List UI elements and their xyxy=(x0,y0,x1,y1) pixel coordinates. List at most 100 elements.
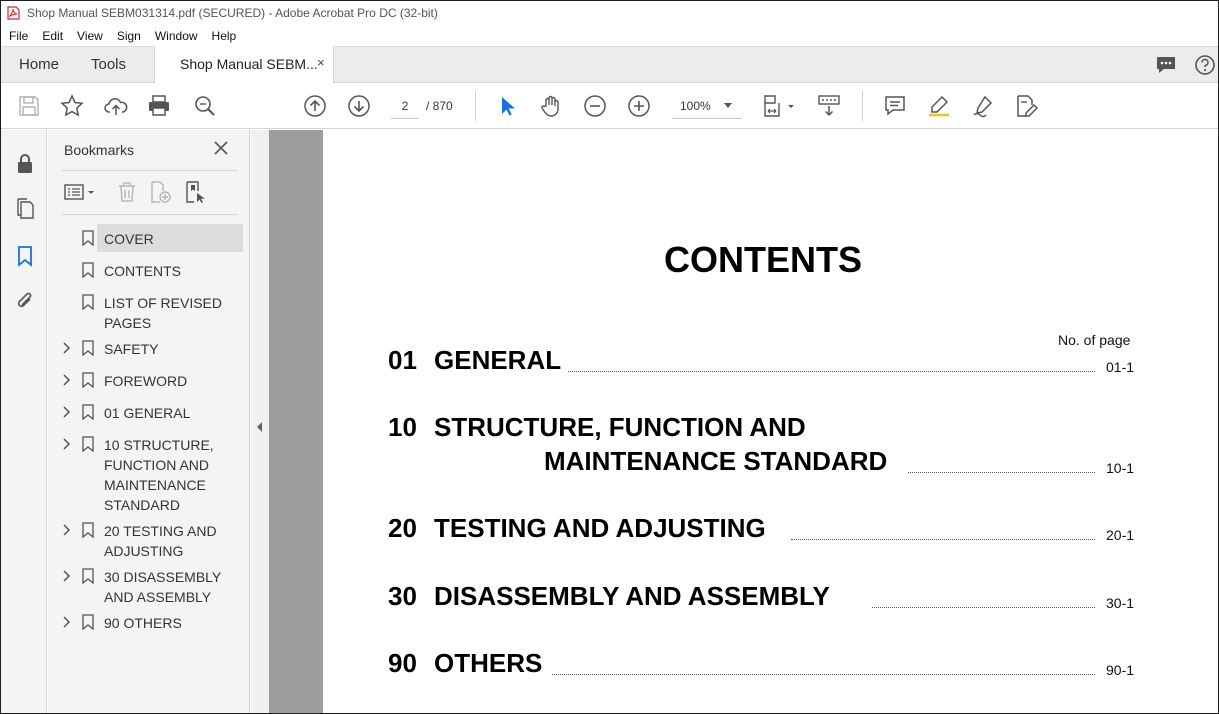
bookmark-label: 10 STRUCTURE, FUNCTION AND MAINTENANCE S… xyxy=(104,437,214,513)
toc-text: STRUCTURE, FUNCTION AND xyxy=(434,412,806,442)
panel-divider xyxy=(62,214,238,215)
panel-splitter[interactable] xyxy=(251,130,269,713)
new-bookmark-icon[interactable] xyxy=(148,180,172,204)
collapse-panel-arrow-icon[interactable] xyxy=(257,422,262,432)
scroll-mode-icon[interactable] xyxy=(817,94,841,118)
bookmark-icon xyxy=(82,436,94,452)
zoom-in-icon[interactable] xyxy=(627,94,651,118)
dot-leader xyxy=(872,606,1095,608)
main-toolbar: 2 / 870 100% xyxy=(1,83,1218,129)
bookmark-label: 90 OTHERS xyxy=(104,615,182,631)
chevron-right-icon[interactable] xyxy=(62,524,72,536)
menu-view[interactable]: View xyxy=(77,29,103,43)
tab-document[interactable]: Shop Manual SEBM... × xyxy=(154,46,334,84)
title-bar: Shop Manual SEBM031314.pdf (SECURED) - A… xyxy=(1,1,1218,25)
bookmark-label: LIST OF REVISED PAGES xyxy=(104,295,222,331)
chevron-right-icon[interactable] xyxy=(62,374,72,386)
dot-leader xyxy=(908,471,1095,473)
document-page[interactable]: CONTENTS No. of page 01 GENERAL 01-1 10 … xyxy=(323,130,1218,713)
menu-edit[interactable]: Edit xyxy=(42,29,63,43)
next-page-icon[interactable] xyxy=(347,94,371,118)
toc-page: 10-1 xyxy=(1106,460,1135,476)
chevron-down-icon[interactable] xyxy=(724,103,732,108)
previous-page-icon[interactable] xyxy=(303,94,327,118)
bookmark-panel-icon[interactable] xyxy=(14,245,36,267)
menu-bar: File Edit View Sign Window Help xyxy=(1,25,1218,46)
menu-help[interactable]: Help xyxy=(212,29,237,43)
toc-number: 90 xyxy=(388,648,417,678)
bookmark-label: 01 GENERAL xyxy=(104,405,191,421)
toolbar-divider xyxy=(862,91,863,121)
tab-document-label: Shop Manual SEBM... xyxy=(180,56,318,72)
vertical-scrollbar[interactable] xyxy=(1204,130,1218,713)
zoom-search-icon[interactable] xyxy=(193,94,217,118)
bookmark-icon xyxy=(82,404,94,420)
dot-leader xyxy=(791,538,1095,540)
tab-tools[interactable]: Tools xyxy=(91,56,126,73)
left-rail xyxy=(1,130,47,713)
delete-trash-icon[interactable] xyxy=(115,180,139,204)
comment-icon[interactable] xyxy=(883,94,907,118)
bookmark-icon xyxy=(82,372,94,388)
page-column-header: No. of page xyxy=(1058,332,1131,348)
panel-divider xyxy=(62,170,238,171)
bookmark-label: COVER xyxy=(104,231,154,247)
select-cursor-icon[interactable] xyxy=(495,94,519,118)
chevron-right-icon[interactable] xyxy=(62,616,72,628)
close-icon[interactable] xyxy=(213,140,229,156)
toc-text: OTHERS xyxy=(434,648,543,678)
bookmark-icon xyxy=(82,294,94,310)
bookmark-label: 20 TESTING AND ADJUSTING xyxy=(104,523,217,559)
bookmark-icon xyxy=(82,568,94,584)
toc-text: DISASSEMBLY AND ASSEMBLY xyxy=(434,581,830,611)
toc-text: TESTING AND ADJUSTING xyxy=(434,513,766,543)
acrobat-app-icon xyxy=(7,6,20,20)
chevron-right-icon[interactable] xyxy=(62,438,72,450)
page-number-input[interactable]: 2 xyxy=(391,95,419,119)
save-icon[interactable] xyxy=(17,94,41,118)
star-bookmark-icon[interactable] xyxy=(60,94,84,118)
bookmarks-panel-title: Bookmarks xyxy=(64,142,135,158)
help-icon[interactable] xyxy=(1194,54,1216,76)
print-icon[interactable] xyxy=(147,94,171,118)
bookmarks-panel: Bookmarks COVER CONTENTS LIST OF REVISED… xyxy=(48,130,250,713)
lock-icon[interactable] xyxy=(14,152,36,174)
menu-file[interactable]: File xyxy=(9,29,28,43)
chevron-right-icon[interactable] xyxy=(62,406,72,418)
toolbar-divider xyxy=(475,91,476,121)
acrobat-window: Shop Manual SEBM031314.pdf (SECURED) - A… xyxy=(0,0,1219,714)
cloud-upload-icon[interactable] xyxy=(104,94,128,118)
toc-page: 90-1 xyxy=(1106,662,1135,678)
bookmark-label: CONTENTS xyxy=(104,263,181,279)
page-fit-icon[interactable] xyxy=(762,94,798,118)
toc-page: 20-1 xyxy=(1106,527,1135,543)
chevron-right-icon[interactable] xyxy=(62,570,72,582)
hand-tool-icon[interactable] xyxy=(539,94,563,118)
toc-number: 10 xyxy=(388,412,417,442)
toc-number: 20 xyxy=(388,513,417,543)
pages-thumbnails-icon[interactable] xyxy=(14,198,36,220)
find-bookmark-icon[interactable] xyxy=(183,180,207,204)
attachment-paperclip-icon[interactable] xyxy=(14,290,36,312)
zoom-out-icon[interactable] xyxy=(583,94,607,118)
bookmark-label: FOREWORD xyxy=(104,373,188,389)
dot-leader xyxy=(568,370,1095,372)
sign-pen-icon[interactable] xyxy=(971,94,995,118)
toc-text-line2: MAINTENANCE STANDARD xyxy=(544,446,888,476)
bookmark-options-icon[interactable] xyxy=(64,180,98,204)
highlight-pen-icon[interactable] xyxy=(927,94,951,118)
menu-window[interactable]: Window xyxy=(155,29,198,43)
chevron-right-icon[interactable] xyxy=(62,342,72,354)
menu-sign[interactable]: Sign xyxy=(117,29,141,43)
dot-leader xyxy=(552,673,1095,675)
tab-close-icon[interactable]: × xyxy=(317,55,325,70)
toc-page: 01-1 xyxy=(1106,359,1135,375)
toc-text: GENERAL xyxy=(434,345,562,375)
bookmark-icon xyxy=(82,262,94,278)
comment-bubble-icon[interactable] xyxy=(1155,54,1177,76)
bookmark-icon xyxy=(82,614,94,630)
document-margin xyxy=(269,130,323,713)
bookmark-label: SAFETY xyxy=(104,341,159,357)
edit-pdf-icon[interactable] xyxy=(1014,94,1038,118)
tab-home[interactable]: Home xyxy=(19,56,59,73)
